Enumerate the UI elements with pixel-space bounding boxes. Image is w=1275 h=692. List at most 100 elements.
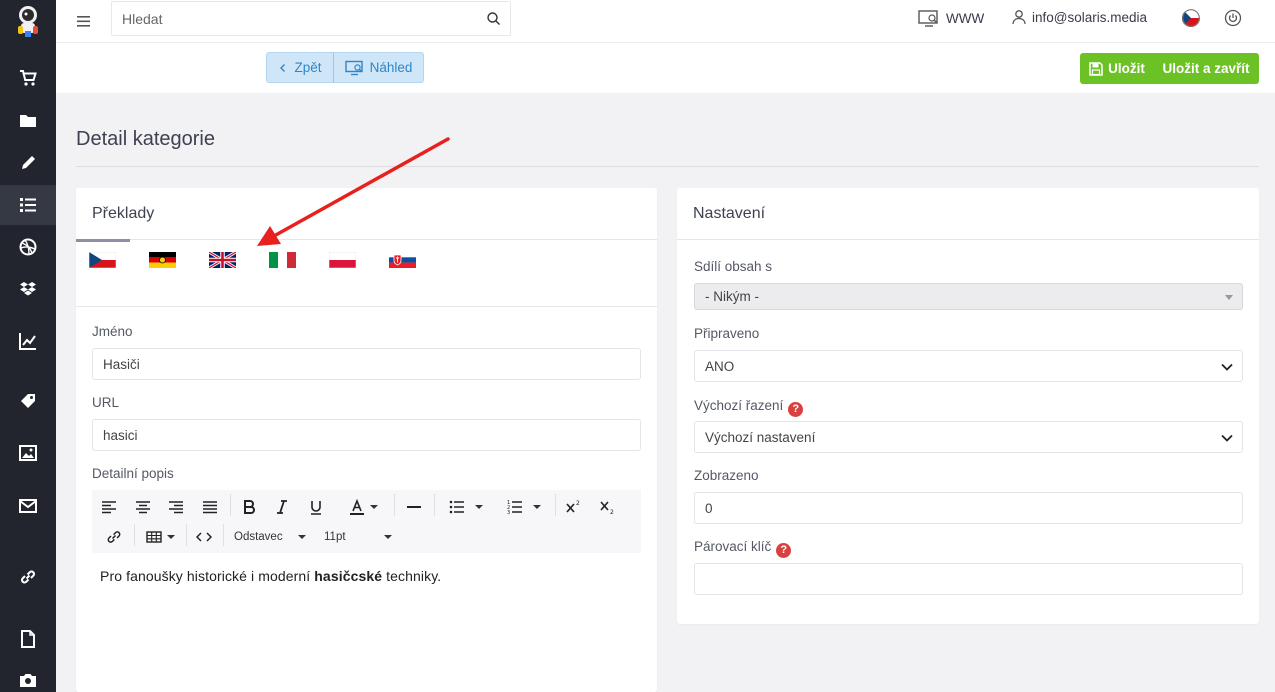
horizontal-rule-button[interactable] (403, 494, 425, 520)
description-text-end: techniky. (382, 568, 442, 584)
settings-card: Nastavení Sdílí obsah s - Nikým - Připra… (677, 188, 1259, 624)
insert-link-button[interactable] (103, 524, 125, 550)
save-label: Uložit (1108, 61, 1145, 76)
description-text-bold: hasičcské (314, 568, 383, 584)
underline-button[interactable] (305, 494, 327, 520)
sidebar-item-storage[interactable] (0, 269, 56, 309)
name-input[interactable]: Hasiči (92, 348, 641, 380)
translations-card: Překlady Jméno Hasiči URL hasici Detailn… (76, 188, 657, 692)
shares-content-select[interactable]: - Nikým - (694, 283, 1243, 310)
text-color-button[interactable] (340, 494, 386, 520)
website-link[interactable]: WWW (918, 9, 984, 27)
sidebar-item-pages[interactable] (0, 619, 56, 659)
align-center-button[interactable] (132, 494, 154, 520)
shown-label: Zobrazeno (694, 468, 759, 483)
name-value: Hasiči (103, 356, 140, 372)
tab-german-flag-icon[interactable] (149, 252, 176, 268)
toolbar-separator (394, 494, 395, 516)
help-icon[interactable]: ? (776, 543, 792, 558)
language-switcher[interactable] (1182, 9, 1200, 27)
menu-toggle-button[interactable] (74, 11, 94, 31)
horizontal-line-icon (407, 506, 421, 508)
font-size-value: 11pt (324, 531, 346, 543)
align-center-icon (136, 501, 150, 514)
sidebar-item-files[interactable] (0, 101, 56, 141)
pairing-key-label: Párovací klíč? (694, 539, 792, 558)
description-editor[interactable]: Pro fanoušky historické i moderní hasičc… (100, 568, 441, 584)
chevron-down-icon (475, 505, 483, 509)
chevron-left-icon (280, 63, 286, 72)
tab-uk-flag-icon[interactable] (209, 252, 236, 268)
chevron-down-icon (1221, 363, 1233, 371)
bullet-list-icon (449, 500, 464, 514)
sidebar-item-photos[interactable] (0, 660, 56, 692)
toolbar-separator (434, 494, 435, 516)
cart-icon (20, 70, 37, 86)
ready-select[interactable]: ANO (694, 350, 1243, 382)
save-and-close-button[interactable]: Uložit a zavřít (1153, 53, 1259, 84)
search-icon[interactable] (486, 11, 501, 26)
chevron-down-icon (533, 505, 541, 509)
italic-button[interactable] (271, 494, 293, 520)
link-icon (21, 570, 35, 584)
save-button[interactable]: Uložit (1080, 53, 1154, 84)
chevron-down-icon (384, 535, 392, 539)
editor-toolbar: 123 2 2 Odstavec 11pt (92, 490, 641, 553)
sidebar-item-categories[interactable] (0, 185, 56, 225)
search-input[interactable] (112, 2, 472, 35)
shown-input[interactable]: 0 (694, 492, 1243, 524)
shown-value: 0 (705, 500, 713, 516)
tab-slovak-flag-icon[interactable] (389, 252, 416, 268)
sidebar-item-gallery[interactable] (0, 433, 56, 473)
table-icon (145, 531, 162, 543)
toolbar-separator (555, 494, 556, 516)
source-code-button[interactable] (192, 524, 216, 550)
align-justify-button[interactable] (199, 494, 221, 520)
dropbox-icon (20, 282, 36, 296)
numbered-list-button[interactable]: 123 (501, 494, 547, 520)
folder-icon (20, 115, 36, 127)
default-sort-select[interactable]: Výchozí nastavení (694, 421, 1243, 453)
user-menu[interactable]: info@solaris.media (1011, 9, 1147, 25)
tab-italian-flag-icon[interactable] (269, 252, 296, 268)
sidebar (0, 0, 56, 692)
logout-button[interactable] (1224, 9, 1242, 27)
sidebar-item-content[interactable] (0, 143, 56, 183)
sidebar-item-orders[interactable] (0, 58, 56, 98)
user-icon (1012, 10, 1026, 25)
url-label: URL (92, 395, 120, 410)
list-icon (20, 198, 36, 212)
sidebar-item-tags[interactable] (0, 381, 56, 421)
search-box (111, 1, 511, 36)
subscript-button[interactable]: 2 (597, 494, 619, 520)
paragraph-format-select[interactable]: Odstavec (230, 524, 308, 550)
insert-table-button[interactable] (142, 524, 178, 550)
name-label: Jméno (92, 324, 133, 339)
pairing-key-input[interactable] (694, 563, 1243, 595)
superscript-button[interactable]: 2 (563, 494, 585, 520)
chevron-down-icon (369, 505, 378, 509)
tab-czech-flag-icon[interactable] (89, 252, 116, 268)
bullet-list-button[interactable] (443, 494, 489, 520)
sidebar-item-mail[interactable] (0, 486, 56, 526)
tag-icon (21, 394, 35, 408)
align-right-button[interactable] (165, 494, 187, 520)
align-left-button[interactable] (98, 494, 120, 520)
bold-button[interactable] (238, 494, 260, 520)
url-input[interactable]: hasici (92, 419, 641, 451)
tab-polish-flag-icon[interactable] (329, 252, 356, 268)
sidebar-item-sports[interactable] (0, 227, 56, 267)
sidebar-item-stats[interactable] (0, 321, 56, 361)
caret-down-icon (1225, 295, 1233, 300)
default-sort-value: Výchozí nastavení (705, 429, 816, 445)
sidebar-item-links[interactable] (0, 557, 56, 597)
help-icon[interactable]: ? (788, 402, 804, 417)
font-size-select[interactable]: 11pt (318, 524, 394, 550)
toolbar-separator (134, 524, 135, 546)
app-logo[interactable] (12, 4, 44, 38)
translations-card-header: Překlady (76, 188, 657, 242)
back-button[interactable]: Zpět (266, 52, 334, 83)
chart-icon (19, 333, 36, 350)
preview-button[interactable]: Náhled (333, 52, 424, 83)
align-left-icon (102, 501, 116, 514)
